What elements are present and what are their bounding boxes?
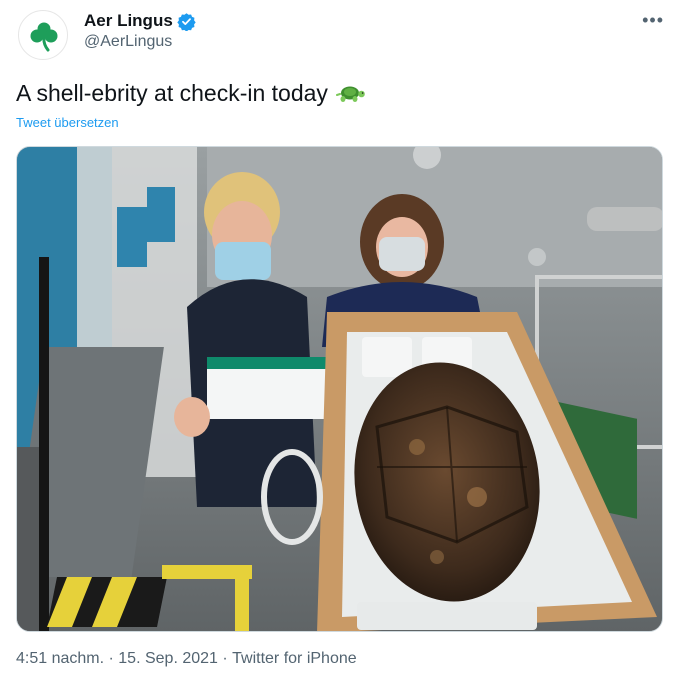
tweet-photo[interactable]: [16, 146, 663, 632]
tweet-metadata: 4:51 nachm. · 15. Sep. 2021 · Twitter fo…: [16, 650, 357, 668]
shamrock-icon: [30, 22, 58, 52]
author-name[interactable]: Aer Lingus: [84, 11, 173, 31]
meta-separator: ·: [104, 650, 119, 667]
author-handle[interactable]: @AerLingus: [84, 33, 172, 51]
tweet-header: Aer Lingus @AerLingus •••: [16, 6, 666, 62]
turtle-emoji-icon: [335, 86, 365, 102]
tweet-source[interactable]: Twitter for iPhone: [232, 650, 357, 668]
tweet-body: A shell-ebrity at check-in today: [16, 80, 328, 106]
tweet-date[interactable]: 15. Sep. 2021: [118, 650, 218, 668]
translate-link[interactable]: Tweet übersetzen: [16, 115, 119, 130]
meta-separator: ·: [217, 650, 233, 667]
photo-icon: [17, 147, 662, 631]
tweet-time[interactable]: 4:51 nachm.: [16, 650, 104, 668]
more-options-icon[interactable]: •••: [642, 10, 664, 31]
verified-badge-icon: [177, 12, 196, 31]
avatar[interactable]: [18, 10, 68, 60]
tweet-text: A shell-ebrity at check-in today: [16, 80, 366, 107]
